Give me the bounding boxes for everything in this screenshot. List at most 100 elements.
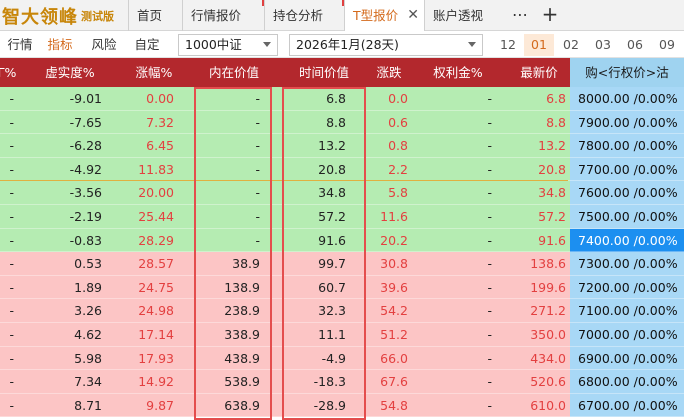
tab-positions[interactable]: 持仓分析 xyxy=(264,0,344,31)
cell-intrinsic: - xyxy=(255,232,260,248)
cell-timeval: 91.6 xyxy=(318,232,346,248)
view-quotes[interactable]: 行情 xyxy=(2,31,38,58)
cell-prem: - xyxy=(487,397,492,413)
cell-timeval: 20.8 xyxy=(318,161,346,177)
cell-intrinsic: 338.9 xyxy=(224,327,260,342)
month-12[interactable]: 12 xyxy=(493,34,523,56)
cell-pct: 28.29 xyxy=(138,232,174,248)
cell-last: 34.8 xyxy=(538,185,566,201)
cell-moneyness: 8.71 xyxy=(74,397,102,413)
cell-intrinsic: - xyxy=(255,185,260,201)
cell-timeval: 99.7 xyxy=(318,256,346,272)
cell-moneyness: -6.28 xyxy=(69,138,102,154)
tab-quotes[interactable]: 行情报价 xyxy=(182,0,264,31)
tab-label: T型报价 xyxy=(353,8,399,23)
cell-chg: 30.8 xyxy=(380,256,408,272)
expiry-select[interactable]: 2026年1月(28天) xyxy=(289,34,483,56)
cell-timeval: 11.1 xyxy=(318,327,346,342)
cell-strike: 7600.00 /0.00% xyxy=(570,181,684,205)
month-02[interactable]: 02 xyxy=(556,34,586,56)
cell-chg: 67.6 xyxy=(380,374,408,390)
col-moneyness[interactable]: 虚实度% xyxy=(34,58,106,87)
col-intrinsic-value[interactable]: 内在价值 xyxy=(196,58,272,87)
table-row[interactable]: - -6.28 6.45-13.2 0.8-13.2 7800.00 /0.00% xyxy=(0,134,684,158)
cell-last: 138.6 xyxy=(530,256,566,272)
cell-pct: 11.83 xyxy=(138,161,174,177)
month-09[interactable]: 09 xyxy=(652,34,682,56)
table-row[interactable]: - 0.53 28.57 38.9 99.7 30.8 - 138.6 7300.00 /0.0… xyxy=(0,252,684,276)
chevron-down-icon xyxy=(468,42,476,47)
cell-prem: - xyxy=(487,256,492,272)
cell-chg: 0.8 xyxy=(388,138,408,154)
cell-moneyness: -9.01 xyxy=(69,91,102,106)
tab-account[interactable]: 账户透视 xyxy=(424,0,504,31)
close-x-icon[interactable]: ✕ xyxy=(407,0,419,31)
cell-timeval: 34.8 xyxy=(318,185,346,201)
month-03[interactable]: 03 xyxy=(588,34,618,56)
cell-intrinsic: 138.9 xyxy=(224,279,260,295)
table-row[interactable]: - 4.62 17.14 338.9 11.1 51.2 - 350.0 7000.00 /0.… xyxy=(0,323,684,347)
cell-intrinsic: - xyxy=(255,114,260,130)
cell-c0: - xyxy=(9,374,14,390)
cell-prem: - xyxy=(487,350,492,366)
table-row[interactable]: - 7.34 14.92 538.9 -18.3 67.6 - 520.6 6800.00 /0… xyxy=(0,370,684,394)
cell-chg: 0.0 xyxy=(388,91,408,106)
more-dots-icon[interactable]: ⋯ xyxy=(510,0,530,31)
cell-pct: 20.00 xyxy=(138,185,174,201)
table-row[interactable]: - -2.19 25.44 - 57.2 11.6 - 57.2 7500.00 /0.00% xyxy=(0,205,684,229)
table-row[interactable]: - -0.83 28.29-91.6 20.2-91.6 7400.00 /0.00% xyxy=(0,228,684,253)
table-row[interactable]: - 1.89 24.75 138.9 60.7 39.6 - 199.6 7200.00 /0.… xyxy=(0,275,684,300)
cell-c0: - xyxy=(9,114,14,130)
tab-label: 账户透视 xyxy=(433,8,484,23)
cell-prem: - xyxy=(487,209,492,224)
col-gamma[interactable]: Γ% xyxy=(0,58,18,87)
cell-timeval: -4.9 xyxy=(321,350,346,366)
cell-last: 57.2 xyxy=(538,209,566,224)
table-row[interactable]: - -9.01 0.00 - 6.8 0.0 - 6.8 8000.00 /0.00% xyxy=(0,87,684,111)
col-premium-pct[interactable]: 权利金% xyxy=(420,58,496,87)
col-last-price[interactable]: 最新价 xyxy=(508,58,570,87)
col-change-pct[interactable]: 涨幅% xyxy=(120,58,188,87)
cell-intrinsic: - xyxy=(255,138,260,154)
plus-icon[interactable]: + xyxy=(540,0,560,31)
underlying-select[interactable]: 1000中证 xyxy=(178,34,278,56)
cell-last: 91.6 xyxy=(538,232,566,248)
cell-strike: 7900.00 /0.00% xyxy=(570,110,684,135)
cell-pct: 24.75 xyxy=(138,279,174,295)
month-01[interactable]: 01 xyxy=(524,34,554,56)
cell-intrinsic: - xyxy=(255,161,260,177)
table-row[interactable]: - 3.26 24.98 238.9 32.3 54.2 - 271.2 7100.00 /0.… xyxy=(0,299,684,323)
cell-moneyness: -3.56 xyxy=(69,185,102,201)
table-row[interactable]: - -3.56 20.00-34.8 5.8-34.8 7600.00 /0.00% xyxy=(0,181,684,205)
cell-c0: - xyxy=(9,256,14,272)
cell-c0: - xyxy=(9,397,14,413)
table-row[interactable]: - -4.92 11.83-20.8 2.2-20.8 7700.00 /0.00% xyxy=(0,157,684,182)
month-06[interactable]: 06 xyxy=(620,34,650,56)
table-row[interactable]: - 8.71 9.87 638.9 -28.9 54.8 - 610.0 6700.00 /0.… xyxy=(0,393,684,418)
cell-strike: 7700.00 /0.00% xyxy=(570,157,684,182)
cell-last: 520.6 xyxy=(530,374,566,390)
col-change[interactable]: 涨跌 xyxy=(368,58,410,87)
col-time-value[interactable]: 时间价值 xyxy=(282,58,366,87)
col-strike[interactable]: 购<行权价>沽 xyxy=(570,58,684,87)
cell-strike: 6900.00 /0.00% xyxy=(570,346,684,371)
cell-pct: 17.14 xyxy=(138,327,174,342)
tab-home[interactable]: 首页 xyxy=(128,0,182,31)
view-custom[interactable]: 自定 xyxy=(128,31,166,58)
cell-moneyness: 4.62 xyxy=(74,327,102,342)
cell-intrinsic: - xyxy=(255,91,260,106)
cell-last: 199.6 xyxy=(530,279,566,295)
tab-t-quote[interactable]: T型报价 ✕ xyxy=(344,0,424,32)
cell-chg: 54.2 xyxy=(380,303,408,319)
cell-chg: 5.8 xyxy=(388,185,408,201)
cell-intrinsic: - xyxy=(255,209,260,224)
table-row[interactable]: - -7.65 7.32-8.8 0.6-8.8 7900.00 /0.00% xyxy=(0,110,684,135)
view-indicators[interactable]: 指标 xyxy=(42,31,78,58)
cell-moneyness: 0.53 xyxy=(74,256,102,272)
cell-last: 8.8 xyxy=(546,114,566,130)
cell-last: 610.0 xyxy=(530,397,566,413)
view-risk[interactable]: 风险 xyxy=(86,31,122,58)
cell-prem: - xyxy=(487,138,492,154)
cell-chg: 11.6 xyxy=(380,209,408,224)
table-row[interactable]: - 5.98 17.93 438.9 -4.9 66.0 - 434.0 6900.00 /0.… xyxy=(0,346,684,371)
